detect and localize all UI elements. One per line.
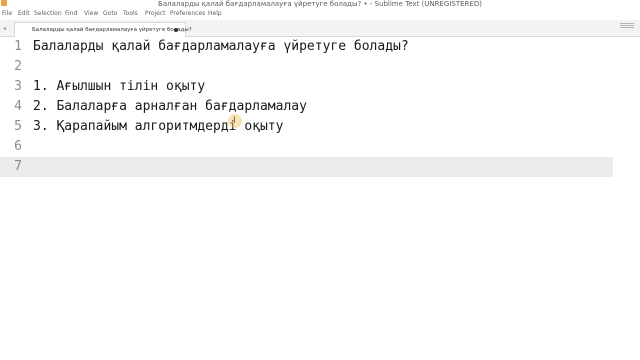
line-text[interactable]: Балаларды қалай бағдарламалауға үйретуге… xyxy=(33,37,409,57)
line-number: 2 xyxy=(14,59,22,74)
line-number: 1 xyxy=(14,39,22,54)
i-beam-cursor-icon: I xyxy=(233,116,236,126)
menu-bar: File Edit Selection Find View Goto Tools… xyxy=(0,9,640,20)
tab-strip: ◂ Балаларды қалай бағдарламалауға үйрету… xyxy=(0,20,640,37)
editor-line: 6 xyxy=(0,137,640,157)
title-bar: Балаларды қалай бағдарламалауға үйретуге… xyxy=(0,0,640,9)
line-text[interactable]: 1. Ағылшын тілін оқыту xyxy=(33,77,205,97)
line-number: 3 xyxy=(14,79,22,94)
tab-label: Балаларды қалай бағдарламалауға үйретуге… xyxy=(32,27,192,33)
window-title: Балаларды қалай бағдарламалауға үйретуге… xyxy=(158,0,482,8)
line-text[interactable]: 3. Қарапайым алгоритмдерді оқыту xyxy=(33,117,283,137)
line-number: 7 xyxy=(14,159,22,174)
menu-find[interactable]: Find xyxy=(65,10,77,18)
editor-line-current: 7 xyxy=(0,157,613,177)
menu-view[interactable]: View xyxy=(84,10,98,18)
editor-area[interactable]: 1 Балаларды қалай бағдарламалауға үйрету… xyxy=(0,37,640,360)
menu-file[interactable]: File xyxy=(2,10,12,18)
tab-scroll-left-icon[interactable]: ◂ xyxy=(3,25,6,32)
line-number: 4 xyxy=(14,99,22,114)
line-number: 6 xyxy=(14,139,22,154)
menu-goto[interactable]: Goto xyxy=(103,10,117,18)
editor-line: 5 3. Қарапайым алгоритмдерді оқыту xyxy=(0,117,640,137)
menu-edit[interactable]: Edit xyxy=(18,10,30,18)
unsaved-dot-icon[interactable] xyxy=(174,28,178,32)
menu-tools[interactable]: Tools xyxy=(123,10,138,18)
menu-project[interactable]: Project xyxy=(145,10,166,18)
menu-preferences[interactable]: Preferences xyxy=(170,10,205,18)
line-text[interactable]: 2. Балаларға арналған бағдарламалау xyxy=(33,97,307,117)
tab-list-icon[interactable] xyxy=(620,23,634,29)
menu-selection[interactable]: Selection xyxy=(34,10,62,18)
editor-line: 2 xyxy=(0,57,640,77)
menu-help[interactable]: Help xyxy=(208,10,222,18)
tab-document[interactable]: Балаларды қалай бағдарламалауға үйретуге… xyxy=(14,22,192,37)
editor-line: 1 Балаларды қалай бағдарламалауға үйрету… xyxy=(0,37,640,57)
line-number: 5 xyxy=(14,119,22,134)
editor-line: 4 2. Балаларға арналған бағдарламалау xyxy=(0,97,640,117)
editor-line: 3 1. Ағылшын тілін оқыту xyxy=(0,77,640,97)
